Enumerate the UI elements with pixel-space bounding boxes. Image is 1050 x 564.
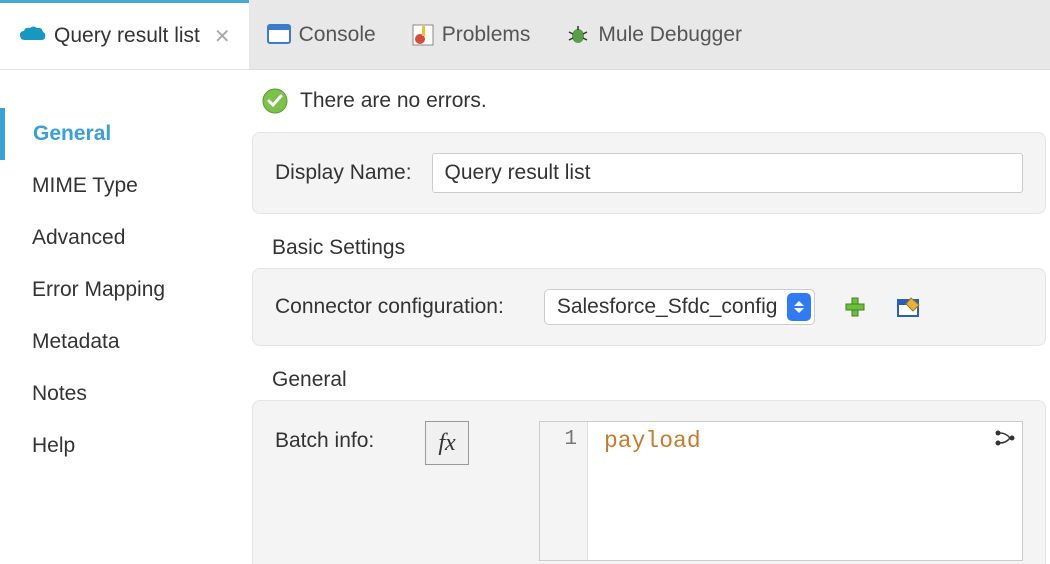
sidebar-item-label: Notes bbox=[32, 382, 87, 405]
status-row: There are no errors. bbox=[252, 88, 1046, 132]
sidebar-item-metadata[interactable]: Metadata bbox=[0, 316, 248, 368]
tab-bar: Query result list ✕ Console Problems Mul… bbox=[0, 0, 1050, 70]
sidebar-item-label: Help bbox=[32, 434, 75, 457]
tab-query-result-list[interactable]: Query result list ✕ bbox=[0, 0, 249, 69]
add-config-button[interactable] bbox=[841, 293, 869, 321]
sidebar-item-label: Advanced bbox=[32, 226, 125, 249]
sidebar-item-mime-type[interactable]: MIME Type bbox=[0, 160, 248, 212]
general-section-panel: Batch info: fx 1 payload bbox=[252, 400, 1046, 564]
display-name-label: Display Name: bbox=[275, 161, 412, 185]
tab-label: Problems bbox=[442, 23, 531, 47]
content-panel: There are no errors. Display Name: Basic… bbox=[248, 70, 1050, 564]
line-number: 1 bbox=[540, 428, 577, 451]
tab-mule-debugger[interactable]: Mule Debugger bbox=[548, 0, 760, 69]
display-name-panel: Display Name: bbox=[252, 132, 1046, 214]
close-icon[interactable]: ✕ bbox=[214, 24, 231, 49]
connector-config-label: Connector configuration: bbox=[275, 295, 504, 319]
success-check-icon bbox=[262, 88, 288, 114]
sidebar-item-notes[interactable]: Notes bbox=[0, 368, 248, 420]
tab-label: Query result list bbox=[54, 24, 200, 48]
display-name-input[interactable] bbox=[432, 153, 1023, 193]
general-section-title: General bbox=[272, 368, 1046, 392]
basic-settings-panel: Connector configuration: Salesforce_Sfdc… bbox=[252, 268, 1046, 346]
edit-config-button[interactable] bbox=[895, 293, 923, 321]
sidebar-item-label: MIME Type bbox=[32, 174, 138, 197]
debugger-icon bbox=[566, 24, 590, 46]
batch-info-code-editor[interactable]: 1 payload bbox=[539, 421, 1023, 561]
basic-settings-title: Basic Settings bbox=[272, 236, 1046, 260]
sidebar-item-help[interactable]: Help bbox=[0, 420, 248, 472]
select-value: Salesforce_Sfdc_config bbox=[545, 295, 788, 319]
sidebar-item-label: General bbox=[33, 122, 111, 145]
tab-problems[interactable]: Problems bbox=[394, 0, 549, 69]
status-text: There are no errors. bbox=[300, 89, 487, 113]
sidebar-item-advanced[interactable]: Advanced bbox=[0, 212, 248, 264]
problems-icon bbox=[412, 24, 434, 46]
sidebar-item-label: Metadata bbox=[32, 330, 120, 353]
sidebar-item-general[interactable]: General bbox=[0, 108, 248, 160]
select-arrows-icon bbox=[787, 293, 811, 321]
code-body[interactable]: payload bbox=[588, 422, 1022, 560]
tab-label: Mule Debugger bbox=[598, 23, 742, 47]
console-icon bbox=[267, 24, 291, 46]
tab-console[interactable]: Console bbox=[249, 0, 394, 69]
connector-config-select[interactable]: Salesforce_Sfdc_config bbox=[544, 289, 816, 325]
sidebar-item-label: Error Mapping bbox=[32, 278, 165, 301]
sidebar-item-error-mapping[interactable]: Error Mapping bbox=[0, 264, 248, 316]
sidebar: General MIME Type Advanced Error Mapping… bbox=[0, 70, 248, 564]
code-text: payload bbox=[604, 428, 701, 454]
tree-expand-icon[interactable] bbox=[994, 428, 1016, 454]
main-area: General MIME Type Advanced Error Mapping… bbox=[0, 70, 1050, 564]
salesforce-cloud-icon bbox=[18, 26, 46, 46]
code-gutter: 1 bbox=[540, 422, 588, 560]
fx-expression-button[interactable]: fx bbox=[425, 421, 469, 465]
batch-info-label: Batch info: bbox=[275, 421, 405, 453]
tab-label: Console bbox=[299, 23, 376, 47]
